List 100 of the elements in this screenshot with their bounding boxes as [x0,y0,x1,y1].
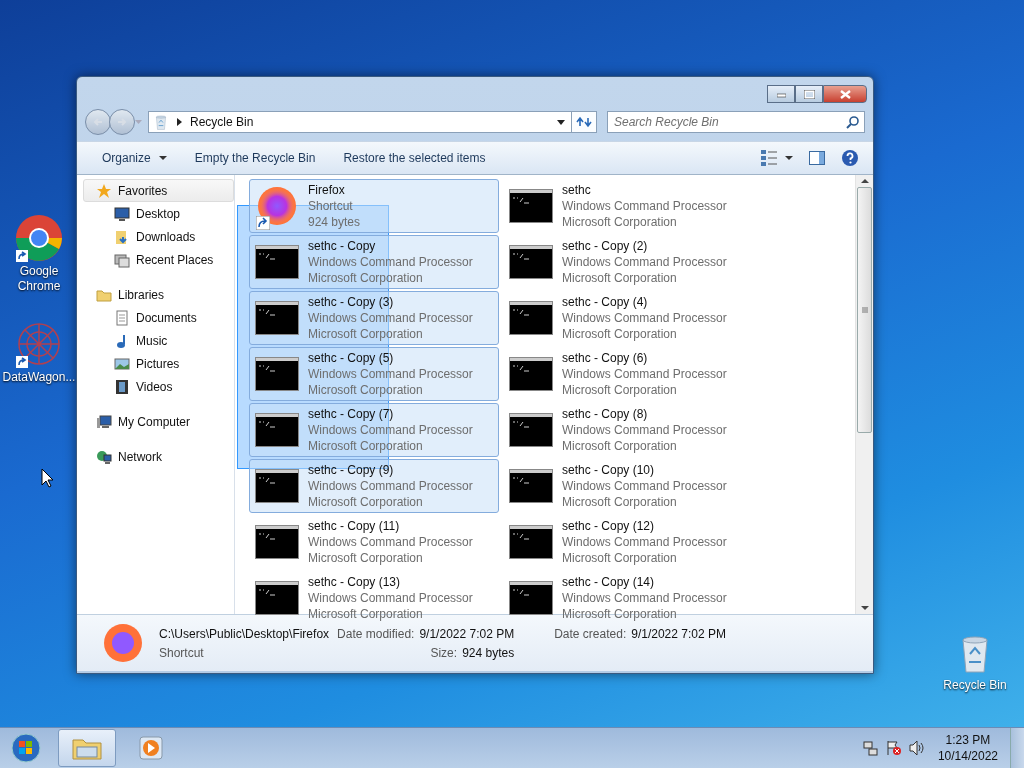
search-icon [846,116,859,129]
navigation-item[interactable]: Recent Places [83,248,234,271]
file-type: Windows Command Processor [308,590,473,606]
navigation-item[interactable]: Pictures [83,352,234,375]
minimize-button[interactable] [767,85,795,103]
file-name: sethc - Copy (13) [308,574,402,590]
recycle-bin-icon [153,113,169,131]
back-button[interactable] [85,109,111,135]
console-window-icon [255,245,299,279]
file-info: 924 bytes [308,214,361,230]
file-name: sethc - Copy (6) [562,350,649,366]
file-name: sethc - Copy (4) [562,294,649,310]
refresh-button[interactable] [571,111,597,133]
file-info: Microsoft Corporation [308,494,424,510]
star-icon [96,182,112,199]
network-pattern-icon [15,320,63,368]
file-tile[interactable]: sethc - Copy (10) Windows Command Processor Microsoft Corporation [503,459,753,513]
shortcut-arrow-icon [16,356,28,368]
recent-pages-button[interactable] [133,120,144,124]
file-name: sethc - Copy (9) [308,462,395,478]
toolbar-button[interactable]: Organize [93,147,176,169]
console-window-icon [509,357,553,391]
refresh-icon [575,115,593,129]
file-type: Windows Command Processor [308,534,473,550]
desktop-icon-label[interactable]: Google Chrome [0,264,78,294]
file-path: C:\Users\Public\Desktop\Firefox [159,626,330,641]
file-type: Windows Command Processor [562,310,727,326]
file-name: sethc - Copy (11) [308,518,401,534]
navigation-item[interactable]: Downloads [83,225,234,248]
forward-button[interactable] [109,109,135,135]
navigation-item[interactable]: Music [83,329,234,352]
file-name: sethc - Copy (3) [308,294,395,310]
file-type: Windows Command Processor [308,478,473,494]
network-status-button[interactable] [860,738,880,758]
file-tile[interactable]: sethc - Copy (8) Windows Command Processor Microsoft Corporation [503,403,753,457]
file-tile[interactable]: sethc - Copy (2) Windows Command Processor Microsoft Corporation [503,235,753,289]
file-tile[interactable]: sethc - Copy (11) Windows Command Processor Microsoft Corporation [249,515,499,569]
desktop-icon-label[interactable]: DataWagon... [2,370,76,385]
file-tile[interactable]: sethc - Copy (6) Windows Command Processor Microsoft Corporation [503,347,753,401]
console-window-icon [509,189,553,223]
recent-places-icon [114,251,130,268]
console-window-icon [255,469,299,503]
file-tile[interactable]: sethc - Copy (4) Windows Command Processor Microsoft Corporation [503,291,753,345]
file-type: Shortcut [159,645,205,660]
navigation-item[interactable]: Libraries [83,283,234,306]
scroll-up-icon [860,179,869,183]
breadcrumb-arrow-icon [177,118,182,126]
file-name: Firefox [308,182,346,198]
scrollbar-thumb[interactable] [857,187,872,433]
navigation-item[interactable]: Documents [83,306,234,329]
file-tile[interactable]: sethc - Copy (14) Windows Command Processor Microsoft Corporation [503,571,753,625]
field-label: Date modified: [337,626,415,641]
view-list-icon [761,149,777,167]
clock-button[interactable]: 1:23 PM 10/14/2022 [929,732,1006,764]
volume-button[interactable] [906,738,926,758]
forward-arrow-icon [116,117,128,127]
close-button[interactable] [823,85,867,103]
play-button-icon [136,734,166,762]
field-value: 924 bytes [462,645,515,660]
windows-logo-icon [11,733,41,763]
file-type: Windows Command Processor [562,534,727,550]
console-window-icon [255,581,299,615]
speaker-icon [908,740,924,756]
file-type: Windows Command Processor [562,478,727,494]
navigation-item[interactable]: Favorites [83,179,234,202]
file-type: Windows Command Processor [308,422,473,438]
file-tile[interactable]: sethc - Copy (9) Windows Command Processor Microsoft Corporation [249,459,499,513]
toolbar-button[interactable]: Restore the selected items [334,147,495,169]
grip-icon [861,307,868,313]
search-field[interactable]: Search Recycle Bin [607,111,865,133]
address-bar[interactable]: Recycle Bin [148,111,572,133]
file-tile[interactable]: sethc - Copy (12) Windows Command Processor Microsoft Corporation [503,515,753,569]
file-name: sethc - Copy (8) [562,406,649,422]
maximize-button[interactable] [795,85,823,103]
file-name: sethc [562,182,592,198]
computer-icon [96,413,112,430]
navigation-item[interactable]: Videos [83,375,234,398]
console-window-icon [509,245,553,279]
file-info: Microsoft Corporation [308,550,424,566]
file-tile[interactable]: sethc Windows Command Processor Microsoft Corporation [503,179,753,233]
document-icon [114,309,130,326]
file-name: sethc - Copy (10) [562,462,656,478]
vertical-scrollbar[interactable] [855,175,873,614]
file-tile[interactable]: sethc - Copy (13) Windows Command Processor Microsoft Corporation [249,571,499,625]
toolbar-button[interactable]: Empty the Recycle Bin [185,147,325,169]
help-icon [841,149,859,167]
navigation-item[interactable]: Network [83,445,234,468]
file-info: Microsoft Corporation [562,382,678,398]
console-window-icon [255,357,299,391]
field-value: 9/1/2022 7:02 PM [419,626,515,641]
field-label: Size: [430,645,458,660]
close-icon [839,89,851,99]
file-type: Windows Command Processor [308,254,473,270]
file-tile[interactable]: Firefox Shortcut 924 bytes [249,179,499,233]
caret-icon [135,120,142,124]
navigation-item[interactable]: Desktop [83,202,234,225]
taskbar-button[interactable] [58,729,116,767]
caret-icon [158,156,167,160]
film-strip-icon [114,378,130,395]
navigation-item[interactable]: My Computer [83,410,234,433]
